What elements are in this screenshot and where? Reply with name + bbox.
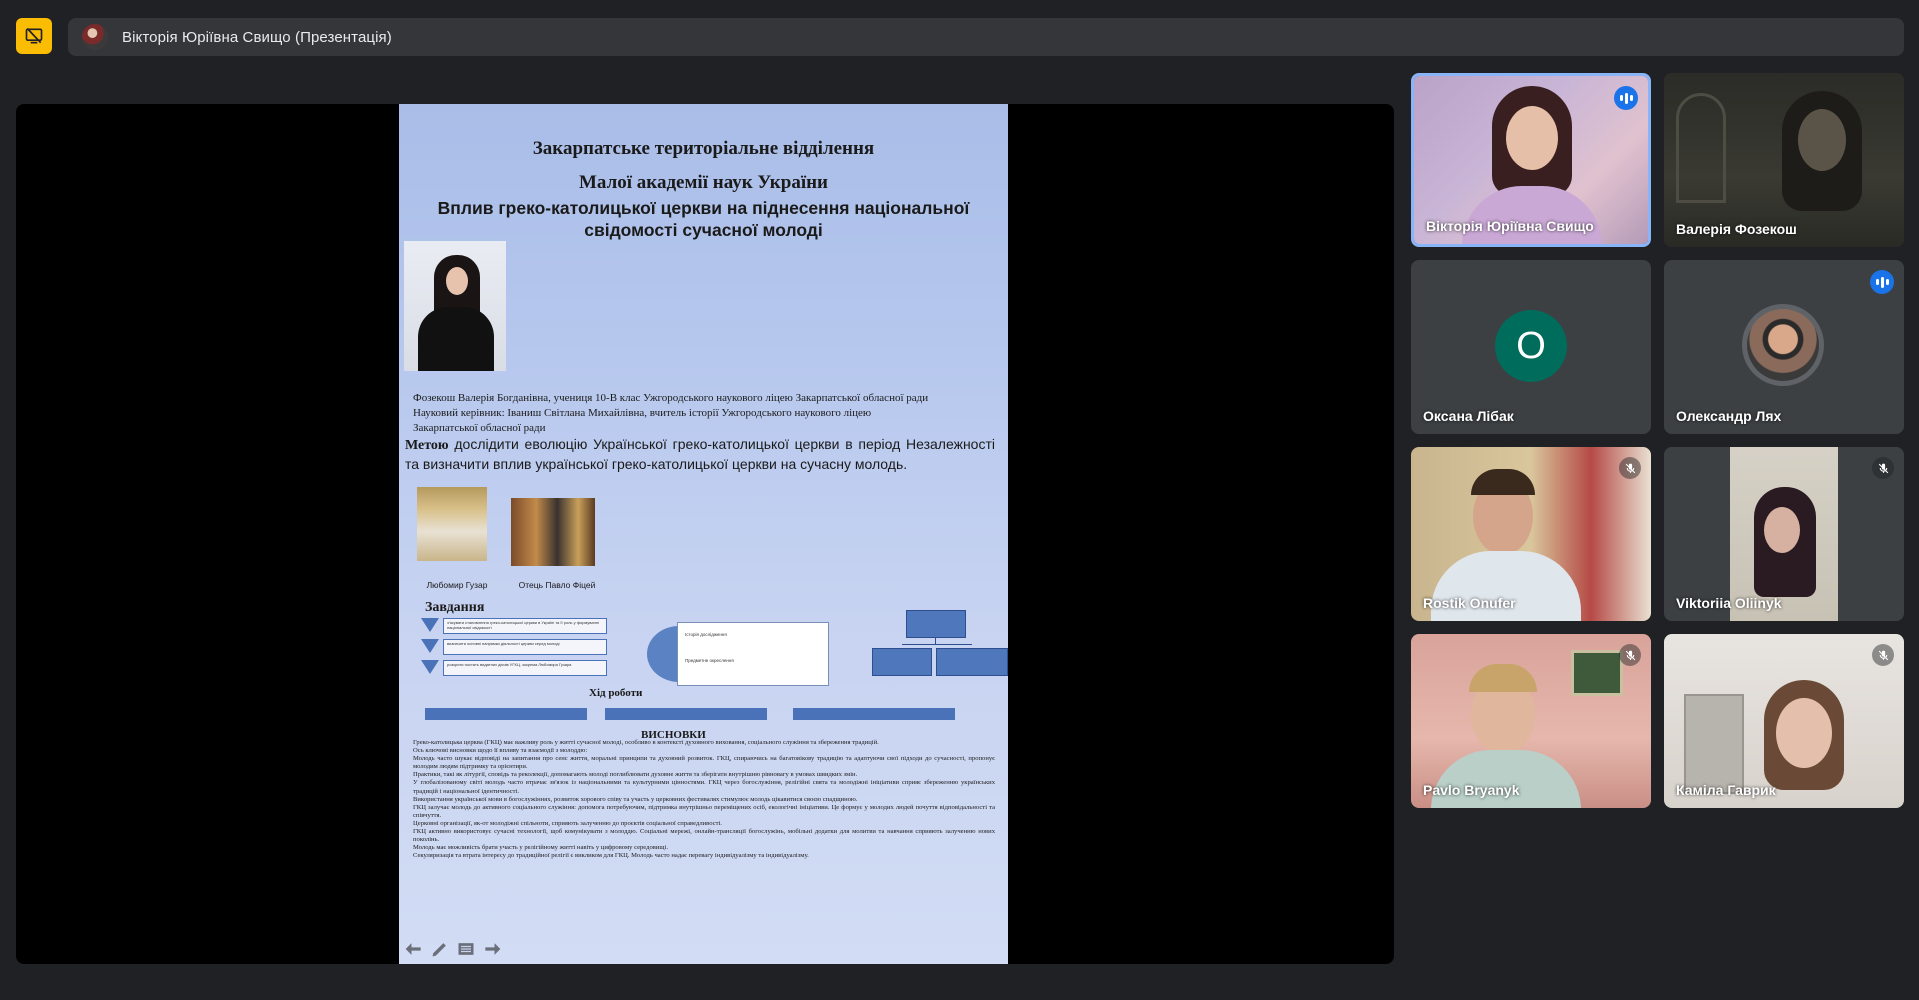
participant-face [1764,507,1800,553]
slide-goal: Метою дослідити еволюцію Української гре… [405,435,995,473]
door [1684,694,1744,794]
notes-button[interactable] [455,938,477,960]
presenter-title: Вікторія Юріївна Свищо (Презентація) [122,28,392,46]
diagram-label-1: Історія дослідження [685,632,727,637]
work-step-bar [793,708,955,720]
work-step-bar [605,708,767,720]
notes-icon [458,943,474,955]
wall-picture [1571,650,1623,696]
muted-indicator [1619,457,1641,479]
work-heading: Хід роботи [589,687,643,699]
photo-lubomyr-huzar [417,487,487,561]
participant-tile[interactable]: Pavlo Bryanyk [1411,634,1651,808]
participant-tile[interactable]: Валерія Фозекош [1664,73,1904,247]
participant-tile[interactable]: Олександр Лях [1664,260,1904,434]
participant-name: Оксана Лібак [1423,408,1514,424]
task-item: з'ясувати становлення греко-католицької … [421,618,609,636]
pen-button[interactable] [429,938,451,960]
slide: Закарпатське територіальне відділення Ма… [399,104,1008,964]
participant-avatar [1747,309,1819,381]
mic-off-icon [1878,650,1888,660]
participant-name: Viktoriia Oliinyk [1676,595,1782,611]
presentation-stage: Закарпатське територіальне відділення Ма… [16,104,1394,964]
participant-face [1776,698,1832,768]
presenter-title-pill[interactable]: Вікторія Юріївна Свищо (Презентація) [68,18,1904,56]
participant-tile[interactable]: О Оксана Лібак [1411,260,1651,434]
stop-presenting-icon [25,27,43,44]
authors-line-2: Науковий керівник: Іваниш Світлана Михай… [413,407,872,419]
previous-slide-icon [405,943,421,955]
caption-1: Любомир Гузар [426,580,488,590]
mic-off-icon [1625,650,1635,660]
tasks-list: з'ясувати становлення греко-католицької … [421,618,609,681]
goal-text: дослідити еволюцію Української греко-кат… [405,436,995,472]
slide-authors: Фозекош Валерія Богданівна, учениця 10-В… [413,391,999,436]
pen-icon [432,943,446,957]
slide-heading-3: Вплив греко-католицької церкви на піднес… [437,198,970,240]
participant-tile[interactable]: Rostik Onufer [1411,447,1651,621]
top-bar: Вікторія Юріївна Свищо (Презентація) [0,0,1919,72]
participant-tile[interactable]: Viktoriia Oliinyk [1664,447,1904,621]
participant-name: Pavlo Bryanyk [1423,782,1520,798]
caption-2: Отець Павло Фіцей [518,580,596,590]
participant-name: Олександр Лях [1676,408,1782,424]
research-diagram: Історія дослідження Предметне окреслення [647,622,831,686]
task-item: розкрити постать видатних діячів УГКЦ, з… [421,660,609,678]
mic-off-icon [1625,463,1635,473]
muted-indicator [1872,457,1894,479]
talking-indicator-icon [1614,86,1638,110]
slide-heading-2: Малої академії наук України [579,172,828,193]
muted-indicator [1872,644,1894,666]
photo-pavlo-fitsei [511,498,595,566]
window-frame [1676,93,1726,203]
goal-label: Метою [405,438,449,453]
talking-indicator-icon [1870,270,1894,294]
conclusions-text: Греко-католицька церква (ГКЦ) має важлив… [413,739,995,860]
authors-line-3: Закарпатської обласної ради [413,422,546,434]
work-step-bar [425,708,587,720]
participant-face [1798,109,1846,171]
presenter-avatar [82,24,108,50]
next-slide-button[interactable] [481,938,503,960]
task-item: визначити основні напрямки діяльності це… [421,639,609,657]
previous-slide-button[interactable] [403,938,425,960]
author-photo [404,241,506,371]
participant-face [1506,106,1558,170]
bottom-bar [0,992,1919,1000]
participant-tile[interactable]: Вікторія Юріївна Свищо [1411,73,1651,247]
authors-line-1: Фозекош Валерія Богданівна, учениця 10-В… [413,392,929,404]
participant-tile[interactable]: Каміла Гаврик [1664,634,1904,808]
mic-off-icon [1878,463,1888,473]
slide-controls [403,938,503,960]
muted-indicator [1619,644,1641,666]
participant-name: Каміла Гаврик [1676,782,1776,798]
hierarchy-diagram [872,608,1008,678]
participant-name: Rostik Onufer [1423,595,1516,611]
stop-presenting-button[interactable] [16,18,52,54]
next-slide-icon [485,943,501,955]
slide-heading-1: Закарпатське територіальне відділення [532,138,875,159]
participant-name: Вікторія Юріївна Свищо [1426,218,1594,234]
diagram-label-2: Предметне окреслення [685,658,734,663]
participant-name: Валерія Фозекош [1676,221,1797,237]
tasks-heading: Завдання [425,600,485,615]
participant-initial-avatar: О [1495,310,1567,382]
